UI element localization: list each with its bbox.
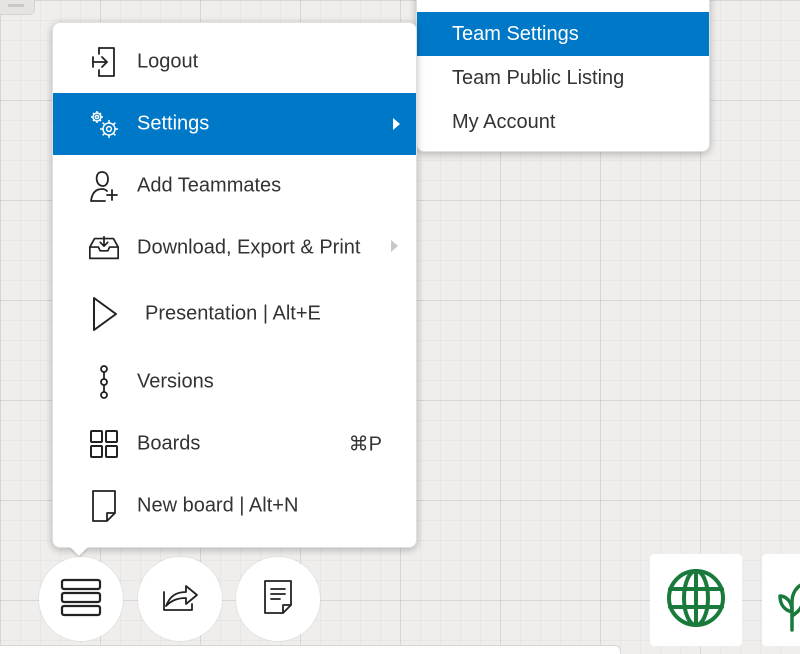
submenu-arrow-icon — [391, 239, 398, 252]
notes-button[interactable] — [236, 557, 320, 641]
plant-sticker-button[interactable] — [762, 554, 800, 646]
logout-icon — [87, 44, 121, 80]
menu-item-label: Add Teammates — [137, 174, 282, 197]
top-left-tab[interactable] — [0, 0, 35, 15]
shortcut-label: ⌘P — [348, 433, 382, 456]
menu-item-label: Logout — [137, 50, 199, 73]
menu-item-versions[interactable]: Versions — [53, 351, 416, 413]
menu-icon — [60, 576, 102, 623]
settings-gears-icon — [87, 106, 121, 142]
submenu-item-team-public-listing[interactable]: Team Public Listing — [417, 56, 709, 100]
add-teammates-icon — [87, 168, 121, 204]
submenu-item-label: Team Public Listing — [452, 66, 625, 89]
new-document-icon — [87, 488, 121, 524]
menu-item-boards[interactable]: Boards ⌘P — [53, 413, 416, 475]
share-icon — [160, 580, 200, 619]
play-icon — [87, 296, 121, 332]
globe-icon — [664, 566, 728, 635]
settings-submenu: Team Settings Team Public Listing My Acc… — [416, 0, 710, 152]
menu-item-new-board[interactable]: New board | Alt+N — [53, 475, 416, 537]
menu-item-label: Versions — [137, 370, 214, 393]
submenu-item-label: Team Settings — [452, 22, 579, 45]
plant-icon — [774, 572, 800, 637]
download-tray-icon — [87, 230, 121, 266]
boards-grid-icon — [87, 426, 121, 462]
menu-item-download-export-print[interactable]: Download, Export & Print — [53, 217, 416, 279]
menu-item-label: New board | Alt+N — [137, 494, 299, 517]
submenu-item-hidden[interactable] — [417, 0, 709, 12]
submenu-item-label: My Account — [452, 110, 556, 133]
globe-sticker-button[interactable] — [650, 554, 742, 646]
submenu-item-team-settings[interactable]: Team Settings — [417, 12, 709, 56]
menu-item-logout[interactable]: Logout — [53, 31, 416, 93]
main-menu: Logout Settings Add Teammates Download, … — [52, 22, 417, 548]
share-button[interactable] — [138, 557, 222, 641]
menu-item-label: Download, Export & Print — [137, 236, 361, 259]
submenu-item-my-account[interactable]: My Account — [417, 100, 709, 144]
notes-icon — [262, 578, 294, 621]
bottom-panel-edge — [0, 645, 621, 654]
menu-item-presentation[interactable]: Presentation | Alt+E — [53, 283, 416, 345]
main-menu-button[interactable] — [39, 557, 123, 641]
menu-item-settings[interactable]: Settings — [53, 93, 416, 155]
menu-item-label: Presentation | Alt+E — [145, 302, 321, 325]
menu-item-label: Boards — [137, 432, 201, 455]
menu-item-label: Settings — [137, 112, 210, 135]
versions-timeline-icon — [87, 364, 121, 400]
submenu-arrow-icon — [393, 118, 400, 130]
menu-item-add-teammates[interactable]: Add Teammates — [53, 155, 416, 217]
